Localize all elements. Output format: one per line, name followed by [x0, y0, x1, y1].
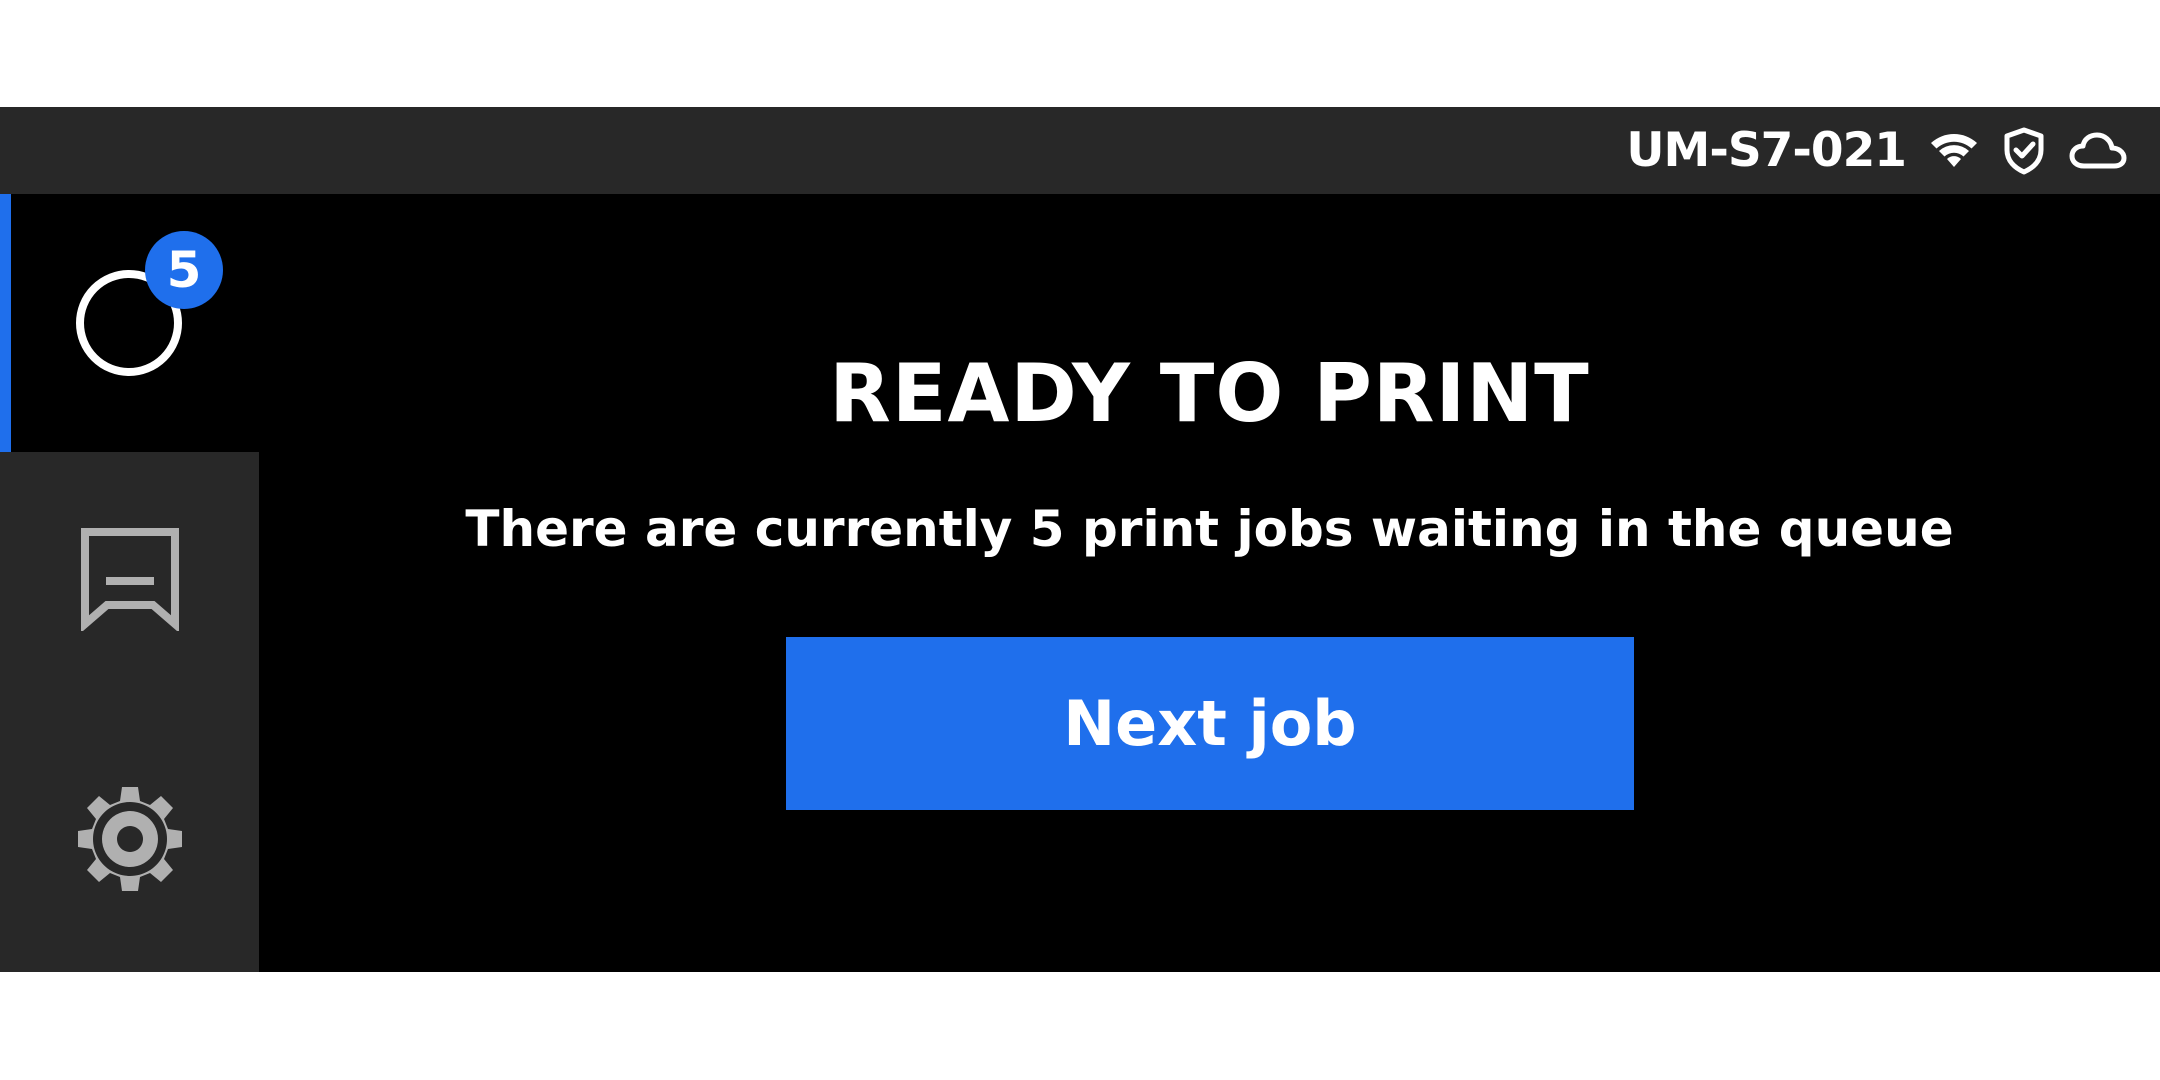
status-area: UM-S7-021: [1626, 107, 2130, 194]
page-title: READY TO PRINT: [829, 347, 1590, 440]
sidebar-item-status[interactable]: 5: [0, 194, 259, 452]
next-job-button[interactable]: Next job: [786, 637, 1634, 810]
queue-message: There are currently 5 print jobs waiting…: [465, 500, 1954, 558]
queue-tray-icon: [80, 527, 180, 635]
printer-screen: UM-S7-021 5 READY TO PRINT There are cur…: [0, 107, 2160, 972]
sidebar: 5: [0, 194, 259, 972]
printer-name: UM-S7-021: [1626, 123, 1907, 178]
status-bar: UM-S7-021: [0, 107, 2160, 194]
wifi-icon: [1928, 107, 1980, 194]
sidebar-item-queue[interactable]: [0, 452, 259, 710]
notification-badge: 5: [145, 231, 223, 309]
main-panel: READY TO PRINT There are currently 5 pri…: [259, 194, 2160, 972]
gear-icon: [74, 783, 186, 899]
cloud-icon: [2068, 107, 2130, 194]
sidebar-item-settings[interactable]: [0, 710, 259, 972]
shield-check-icon: [2002, 107, 2046, 194]
